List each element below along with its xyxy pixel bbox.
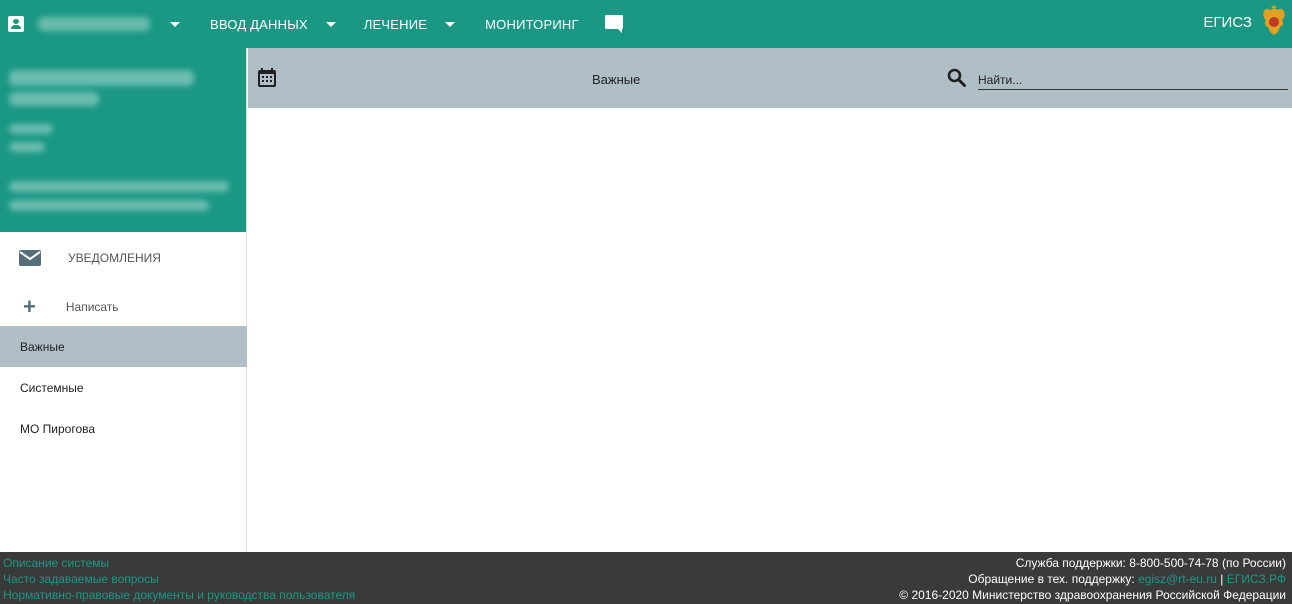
search-icon[interactable]	[947, 68, 966, 87]
top-navbar: ВВОД ДАННЫХ ЛЕЧЕНИЕ МОНИТОРИНГ ЕГИСЗ	[0, 0, 1292, 48]
brand-title: ЕГИСЗ	[1203, 14, 1252, 31]
egisz-site-link[interactable]: ЕГИСЗ.РФ	[1227, 572, 1286, 586]
plus-icon: +	[23, 294, 36, 319]
profile-name-redacted	[9, 70, 194, 86]
compose-label: Написать	[65, 300, 119, 314]
user-name-redacted[interactable]	[38, 17, 150, 31]
sidebar-item-important[interactable]: Важные	[0, 326, 247, 367]
menu-treatment-label: ЛЕЧЕНИЕ	[363, 16, 428, 32]
envelope-icon	[19, 250, 41, 266]
folder-title: Важные	[592, 72, 641, 87]
sidebar-item-mo-pirogova[interactable]: МО Пирогова	[0, 408, 247, 449]
footer-link-faq[interactable]: Часто задаваемые вопросы	[3, 572, 159, 586]
profile-name-redacted	[9, 92, 99, 106]
footer-link-system-description[interactable]: Описание системы	[3, 556, 109, 570]
user-card-icon[interactable]	[8, 16, 24, 32]
separator: |	[1220, 572, 1224, 586]
footer-support-info: Служба поддержки: 8-800-500-74-78 (по Ро…	[899, 555, 1286, 603]
content-header: Важные	[248, 48, 1292, 108]
menu-monitoring-label: МОНИТОРИНГ	[485, 16, 579, 32]
footer-link-regulatory-docs[interactable]: Нормативно-правовые документы и руководс…	[3, 588, 355, 602]
tech-support-line: Обращение в тех. поддержку: egisz@rt-eu.…	[899, 571, 1286, 587]
chevron-down-icon	[445, 21, 456, 27]
profile-org-redacted	[9, 200, 209, 211]
user-profile-panel	[0, 48, 246, 232]
search-input[interactable]	[978, 70, 1288, 90]
profile-org-redacted	[9, 181, 229, 192]
chat-icon[interactable]	[604, 15, 623, 33]
coat-of-arms-logo	[1263, 5, 1285, 35]
compose-button[interactable]: + Написать	[0, 293, 247, 321]
sidebar-item-label: Системные	[20, 380, 84, 395]
copyright: © 2016-2020 Министерство здравоохранения…	[899, 588, 1286, 602]
footer: Описание системы Часто задаваемые вопрос…	[0, 552, 1292, 604]
menu-data-entry-label: ВВОД ДАННЫХ	[210, 16, 308, 32]
profile-role-redacted	[9, 124, 53, 134]
chevron-down-icon	[325, 21, 336, 27]
sidebar: УВЕДОМЛЕНИЯ + Написать Важные Системные …	[0, 48, 247, 552]
sidebar-item-label: Важные	[20, 339, 65, 354]
menu-treatment[interactable]: ЛЕЧЕНИЕ	[363, 16, 456, 32]
menu-monitoring[interactable]: МОНИТОРИНГ	[485, 17, 579, 32]
sidebar-notifications[interactable]: УВЕДОМЛЕНИЯ	[0, 244, 247, 272]
profile-role-redacted	[9, 142, 45, 152]
support-phone: Служба поддержки: 8-800-500-74-78 (по Ро…	[1015, 556, 1286, 570]
tech-support-email-link[interactable]: egisz@rt-eu.ru	[1138, 572, 1217, 586]
menu-data-entry[interactable]: ВВОД ДАННЫХ	[210, 17, 336, 32]
message-list-area	[248, 108, 1292, 552]
calendar-icon[interactable]	[258, 68, 276, 87]
user-menu-chevron-down-icon[interactable]	[170, 21, 180, 27]
sidebar-item-label: МО Пирогова	[20, 421, 96, 436]
sidebar-item-system[interactable]: Системные	[0, 367, 247, 408]
footer-links: Описание системы Часто задаваемые вопрос…	[3, 555, 355, 603]
sidebar-notifications-label: УВЕДОМЛЕНИЯ	[68, 251, 161, 265]
tech-support-label: Обращение в тех. поддержку:	[968, 572, 1135, 586]
